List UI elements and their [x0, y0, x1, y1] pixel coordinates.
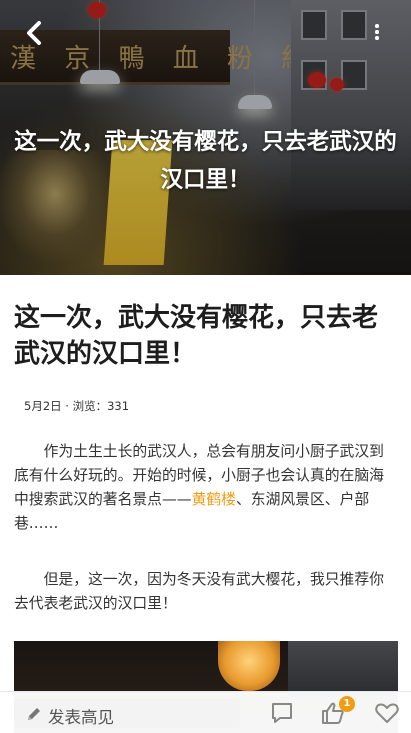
- more-vertical-icon: [370, 24, 384, 40]
- article-paragraph: 但是，这一次，因为冬天没有武大樱花，我只推荐你去代表老武汉的汉口里！: [14, 571, 384, 612]
- comment-input[interactable]: 发表高见: [14, 699, 240, 728]
- heart-icon[interactable]: [374, 700, 400, 726]
- article-image-lantern: [218, 641, 280, 691]
- article-paragraph: 作为土生土长的武汉人，总会有朋友问小厨子武汉到底有什么好玩的。开始的时候，小厨子…: [14, 440, 398, 536]
- back-button[interactable]: [20, 18, 48, 48]
- highlight-link[interactable]: 黄鹤楼: [192, 491, 236, 508]
- comment-placeholder: 发表高见: [48, 708, 114, 727]
- comment-icon[interactable]: [269, 700, 295, 726]
- hero-title: 这一次，武大没有樱花，只去老武汉的汉口里！: [14, 129, 397, 193]
- article-title: 这一次，武大没有樱花，只去老武汉的汉口里！: [14, 303, 379, 369]
- like-count-badge: 1: [339, 696, 355, 712]
- more-button[interactable]: [370, 24, 384, 44]
- article-meta: 5月2日 · 浏览：331: [24, 399, 130, 413]
- hero-banner: 漢 京 鴨 血 粉 絲 这一次，武大没有樱花，只去老武汉的汉口里！: [0, 0, 411, 275]
- pencil-icon: [28, 708, 40, 720]
- chevron-left-icon: [27, 21, 41, 45]
